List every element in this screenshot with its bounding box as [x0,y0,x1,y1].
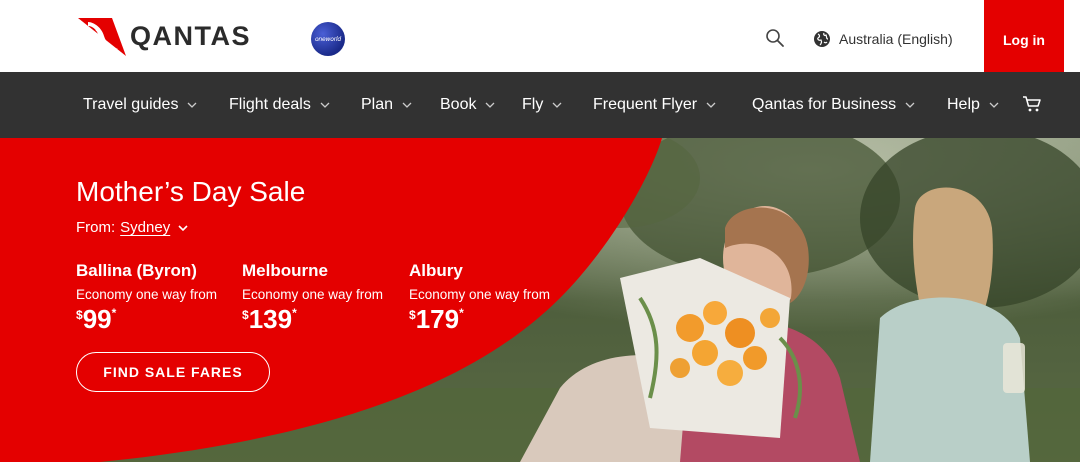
nav-label: Flight deals [229,96,311,113]
nav-item-help[interactable]: Help [947,72,999,138]
chevron-down-icon [486,102,495,108]
oneworld-badge: oneworld [311,22,345,56]
chevron-down-icon [905,102,915,108]
price-amount: 179 [415,304,460,334]
language-label: Australia (English) [839,31,953,47]
nav-label: Frequent Flyer [593,96,698,113]
nav-item-plan[interactable]: Plan [361,72,412,138]
main-navigation: Travel guides Flight deals Plan Book Fly… [0,72,1080,138]
nav-label: Help [947,96,980,113]
fare-price: $ 179 * [409,304,550,334]
language-selector[interactable]: Australia (English) [813,30,953,48]
currency-symbol: $ [76,308,83,322]
nav-item-qantas-for-business[interactable]: Qantas for Business [752,72,915,138]
find-sale-fares-button[interactable]: FIND SALE FARES [76,352,270,392]
nav-label: Qantas for Business [752,96,897,113]
fare-card[interactable]: Melbourne Economy one way from $ 139 * [242,261,383,334]
chevron-down-icon [552,102,562,108]
chevron-down-icon [402,102,412,108]
currency-symbol: $ [409,308,416,322]
fare-price: $ 99 * [76,304,217,334]
chevron-down-icon [706,102,716,108]
fare-cabin: Economy one way from [409,287,551,302]
nav-label: Book [440,96,477,113]
nav-label: Fly [522,96,544,113]
nav-item-frequent-flyer[interactable]: Frequent Flyer [593,72,716,138]
cart-button[interactable] [1022,95,1042,118]
login-button[interactable]: Log in [984,0,1064,80]
nav-item-book[interactable]: Book [440,72,495,138]
oneworld-label: oneworld [314,35,342,43]
chevron-down-icon [320,102,330,108]
nav-label: Plan [361,96,394,113]
search-button[interactable] [765,28,785,48]
fare-price: $ 139 * [242,304,383,334]
search-icon [766,29,784,47]
top-header: QANTAS oneworld Australia (English) [0,0,1080,72]
promo-title: Mother’s Day Sale [76,176,306,207]
price-footnote: * [111,306,117,320]
fare-cabin: Economy one way from [76,287,218,302]
fare-card[interactable]: Albury Economy one way from $ 179 * [409,261,550,334]
origin-selector: From: Sydney [76,219,188,236]
chevron-down-icon[interactable] [178,224,188,231]
chevron-down-icon [187,102,197,108]
price-amount: 99 [82,304,112,334]
chevron-down-icon [989,102,999,108]
price-amount: 139 [248,304,293,334]
cart-icon [1023,96,1041,112]
from-label: From: [76,219,116,236]
nav-label: Travel guides [83,96,179,113]
nav-item-flight-deals[interactable]: Flight deals [229,72,330,138]
origin-city-link[interactable]: Sydney [120,219,170,236]
price-footnote: * [459,306,464,320]
kangaroo-tail-icon [78,18,126,56]
qantas-logo[interactable]: QANTAS [78,16,251,56]
fare-card[interactable]: Ballina (Byron) Economy one way from $ 9… [76,261,217,334]
nav-item-fly[interactable]: Fly [522,72,562,138]
fare-destination: Melbourne [242,261,328,280]
brand-wordmark: QANTAS [130,20,251,51]
fare-cabin: Economy one way from [242,287,384,302]
fare-destination: Albury [409,261,463,280]
fare-destination: Ballina (Byron) [76,261,197,280]
globe-icon [814,31,830,47]
nav-item-travel-guides[interactable]: Travel guides [83,72,197,138]
currency-symbol: $ [242,308,249,322]
price-footnote: * [292,306,297,320]
